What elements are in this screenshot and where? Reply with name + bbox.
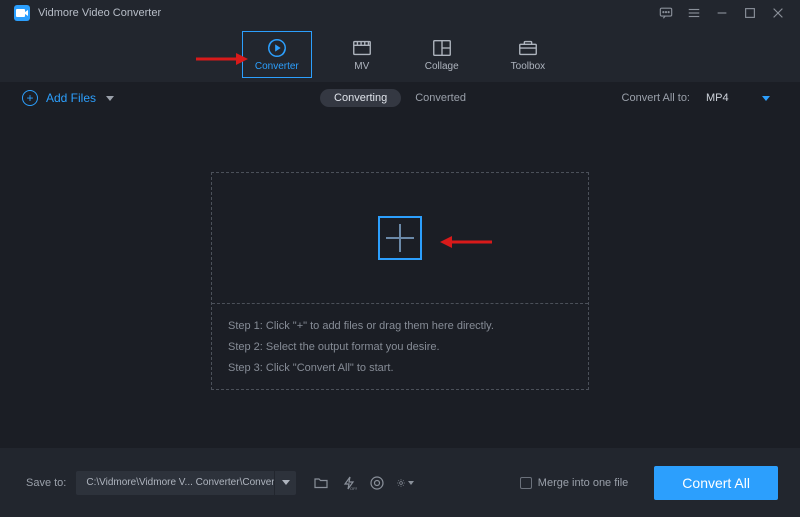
chevron-down-icon bbox=[762, 96, 770, 101]
app-logo-icon bbox=[14, 5, 30, 21]
minimize-icon[interactable] bbox=[714, 5, 730, 21]
convert-all-button[interactable]: Convert All bbox=[654, 466, 778, 500]
convert-all-to-label: Convert All to: bbox=[622, 92, 690, 104]
converter-icon bbox=[266, 38, 288, 58]
format-select[interactable]: MP4 bbox=[698, 90, 778, 106]
annotation-arrow-icon bbox=[440, 235, 492, 249]
mv-icon bbox=[351, 38, 373, 58]
status-segment: Converting Converted bbox=[320, 89, 480, 107]
convert-all-to: Convert All to: MP4 bbox=[622, 90, 778, 106]
plus-circle-icon: + bbox=[22, 90, 38, 106]
chevron-down-icon bbox=[106, 96, 114, 101]
save-to-label: Save to: bbox=[26, 477, 66, 489]
seg-converting[interactable]: Converting bbox=[320, 89, 401, 107]
plus-icon bbox=[386, 224, 414, 252]
tab-collage[interactable]: Collage bbox=[412, 31, 472, 78]
high-speed-button[interactable] bbox=[368, 474, 386, 492]
merge-checkbox[interactable]: Merge into one file bbox=[520, 477, 629, 489]
feedback-icon[interactable] bbox=[658, 5, 674, 21]
gpu-accel-button[interactable]: OFF bbox=[340, 474, 358, 492]
checkbox-icon bbox=[520, 477, 532, 489]
tab-label: Toolbox bbox=[511, 61, 545, 72]
tab-toolbox[interactable]: Toolbox bbox=[498, 31, 558, 78]
toolbox-icon bbox=[517, 38, 539, 58]
chevron-down-icon bbox=[282, 480, 290, 485]
format-value: MP4 bbox=[706, 92, 729, 104]
chevron-down-icon bbox=[408, 481, 414, 485]
tab-label: Converter bbox=[255, 61, 299, 72]
settings-button[interactable] bbox=[396, 474, 414, 492]
tab-label: Collage bbox=[425, 61, 459, 72]
svg-text:OFF: OFF bbox=[350, 486, 357, 491]
seg-converted[interactable]: Converted bbox=[401, 89, 480, 107]
tab-label: MV bbox=[354, 61, 369, 72]
instruction-step: Step 3: Click "Convert All" to start. bbox=[228, 358, 572, 379]
output-path[interactable]: C:\Vidmore\Vidmore V... Converter\Conver… bbox=[76, 477, 274, 488]
collage-icon bbox=[431, 38, 453, 58]
merge-label: Merge into one file bbox=[538, 477, 629, 489]
tab-mv[interactable]: MV bbox=[338, 31, 386, 78]
dropzone-instructions: Step 1: Click "+" to add files or drag t… bbox=[212, 303, 588, 389]
maximize-icon[interactable] bbox=[742, 5, 758, 21]
output-path-box: C:\Vidmore\Vidmore V... Converter\Conver… bbox=[76, 471, 296, 495]
instruction-step: Step 1: Click "+" to add files or drag t… bbox=[228, 316, 572, 337]
instruction-step: Step 2: Select the output format you des… bbox=[228, 337, 572, 358]
tab-converter[interactable]: Converter bbox=[242, 31, 312, 78]
add-file-plus-button[interactable] bbox=[378, 216, 422, 260]
titlebar: Vidmore Video Converter bbox=[0, 0, 800, 26]
top-nav: Converter MV Collage Toolbox bbox=[0, 26, 800, 82]
add-files-label: Add Files bbox=[46, 91, 96, 105]
main-area: Step 1: Click "+" to add files or drag t… bbox=[0, 114, 800, 448]
app-title: Vidmore Video Converter bbox=[38, 7, 161, 19]
open-folder-button[interactable] bbox=[312, 474, 330, 492]
close-icon[interactable] bbox=[770, 5, 786, 21]
dropzone-upper bbox=[212, 173, 588, 303]
add-files-button[interactable]: + Add Files bbox=[22, 90, 114, 106]
bottom-bar: Save to: C:\Vidmore\Vidmore V... Convert… bbox=[0, 448, 800, 517]
toolbar: + Add Files Converting Converted Convert… bbox=[0, 82, 800, 114]
menu-icon[interactable] bbox=[686, 5, 702, 21]
annotation-arrow-icon bbox=[196, 52, 248, 66]
dropzone[interactable]: Step 1: Click "+" to add files or drag t… bbox=[211, 172, 589, 390]
path-dropdown-button[interactable] bbox=[274, 471, 296, 495]
